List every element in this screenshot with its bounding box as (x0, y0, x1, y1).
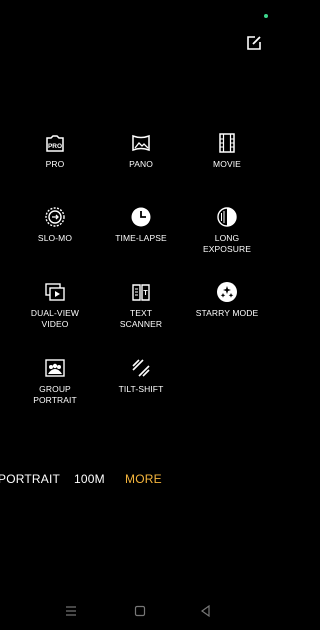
mode-label: MOVIE (213, 159, 241, 169)
mode-label: GROUP PORTRAIT (33, 384, 77, 405)
menu-icon[interactable] (64, 604, 78, 618)
mode-tilt-shift[interactable]: TILT-SHIFT (94, 357, 188, 395)
svg-text:PRO: PRO (48, 143, 62, 150)
starry-icon (217, 282, 237, 302)
mode-label: TEXT SCANNER (119, 308, 163, 329)
mode-label: PRO (45, 159, 65, 169)
mode-label: STARRY MODE (195, 308, 259, 318)
mode-dual-view-video[interactable]: DUAL-VIEW VIDEO (8, 281, 102, 330)
mode-long-exposure[interactable]: LONG EXPOSURE (180, 206, 274, 255)
clock-icon (131, 207, 151, 227)
long-exposure-icon (217, 207, 237, 227)
film-icon (219, 133, 235, 153)
mode-label: TILT-SHIFT (118, 384, 164, 394)
mode-label: PANO (129, 159, 153, 169)
mode-pro[interactable]: PRO PRO (8, 132, 102, 170)
tab-more[interactable]: MORE (125, 472, 162, 486)
edit-icon[interactable] (245, 34, 263, 52)
pro-icon: PRO (46, 135, 64, 152)
home-icon[interactable] (133, 604, 147, 618)
tab-100m[interactable]: 100M (74, 472, 105, 486)
mode-pano[interactable]: PANO (94, 132, 188, 170)
mode-text-scanner[interactable]: T TEXT SCANNER (94, 281, 188, 330)
slow-motion-icon (45, 207, 65, 227)
mode-label: DUAL-VIEW VIDEO (30, 308, 80, 329)
mode-time-lapse[interactable]: TIME-LAPSE (94, 206, 188, 244)
mode-movie[interactable]: MOVIE (180, 132, 274, 170)
mode-label: TIME-LAPSE (115, 233, 167, 243)
dual-view-icon (45, 283, 65, 301)
text-scanner-icon: T (132, 284, 150, 301)
status-indicator-dot (264, 14, 268, 18)
mode-label: SLO-MO (37, 233, 73, 243)
back-icon[interactable] (199, 604, 213, 618)
svg-text:T: T (143, 290, 148, 297)
mode-starry[interactable]: STARRY MODE (180, 281, 274, 319)
mode-slo-mo[interactable]: SLO-MO (8, 206, 102, 244)
mode-label: LONG EXPOSURE (202, 233, 252, 254)
group-portrait-icon (45, 359, 65, 377)
panorama-icon (132, 134, 150, 152)
tilt-shift-icon (132, 359, 150, 377)
mode-group-portrait[interactable]: GROUP PORTRAIT (8, 357, 102, 406)
tab-portrait[interactable]: PORTRAIT (0, 472, 60, 486)
